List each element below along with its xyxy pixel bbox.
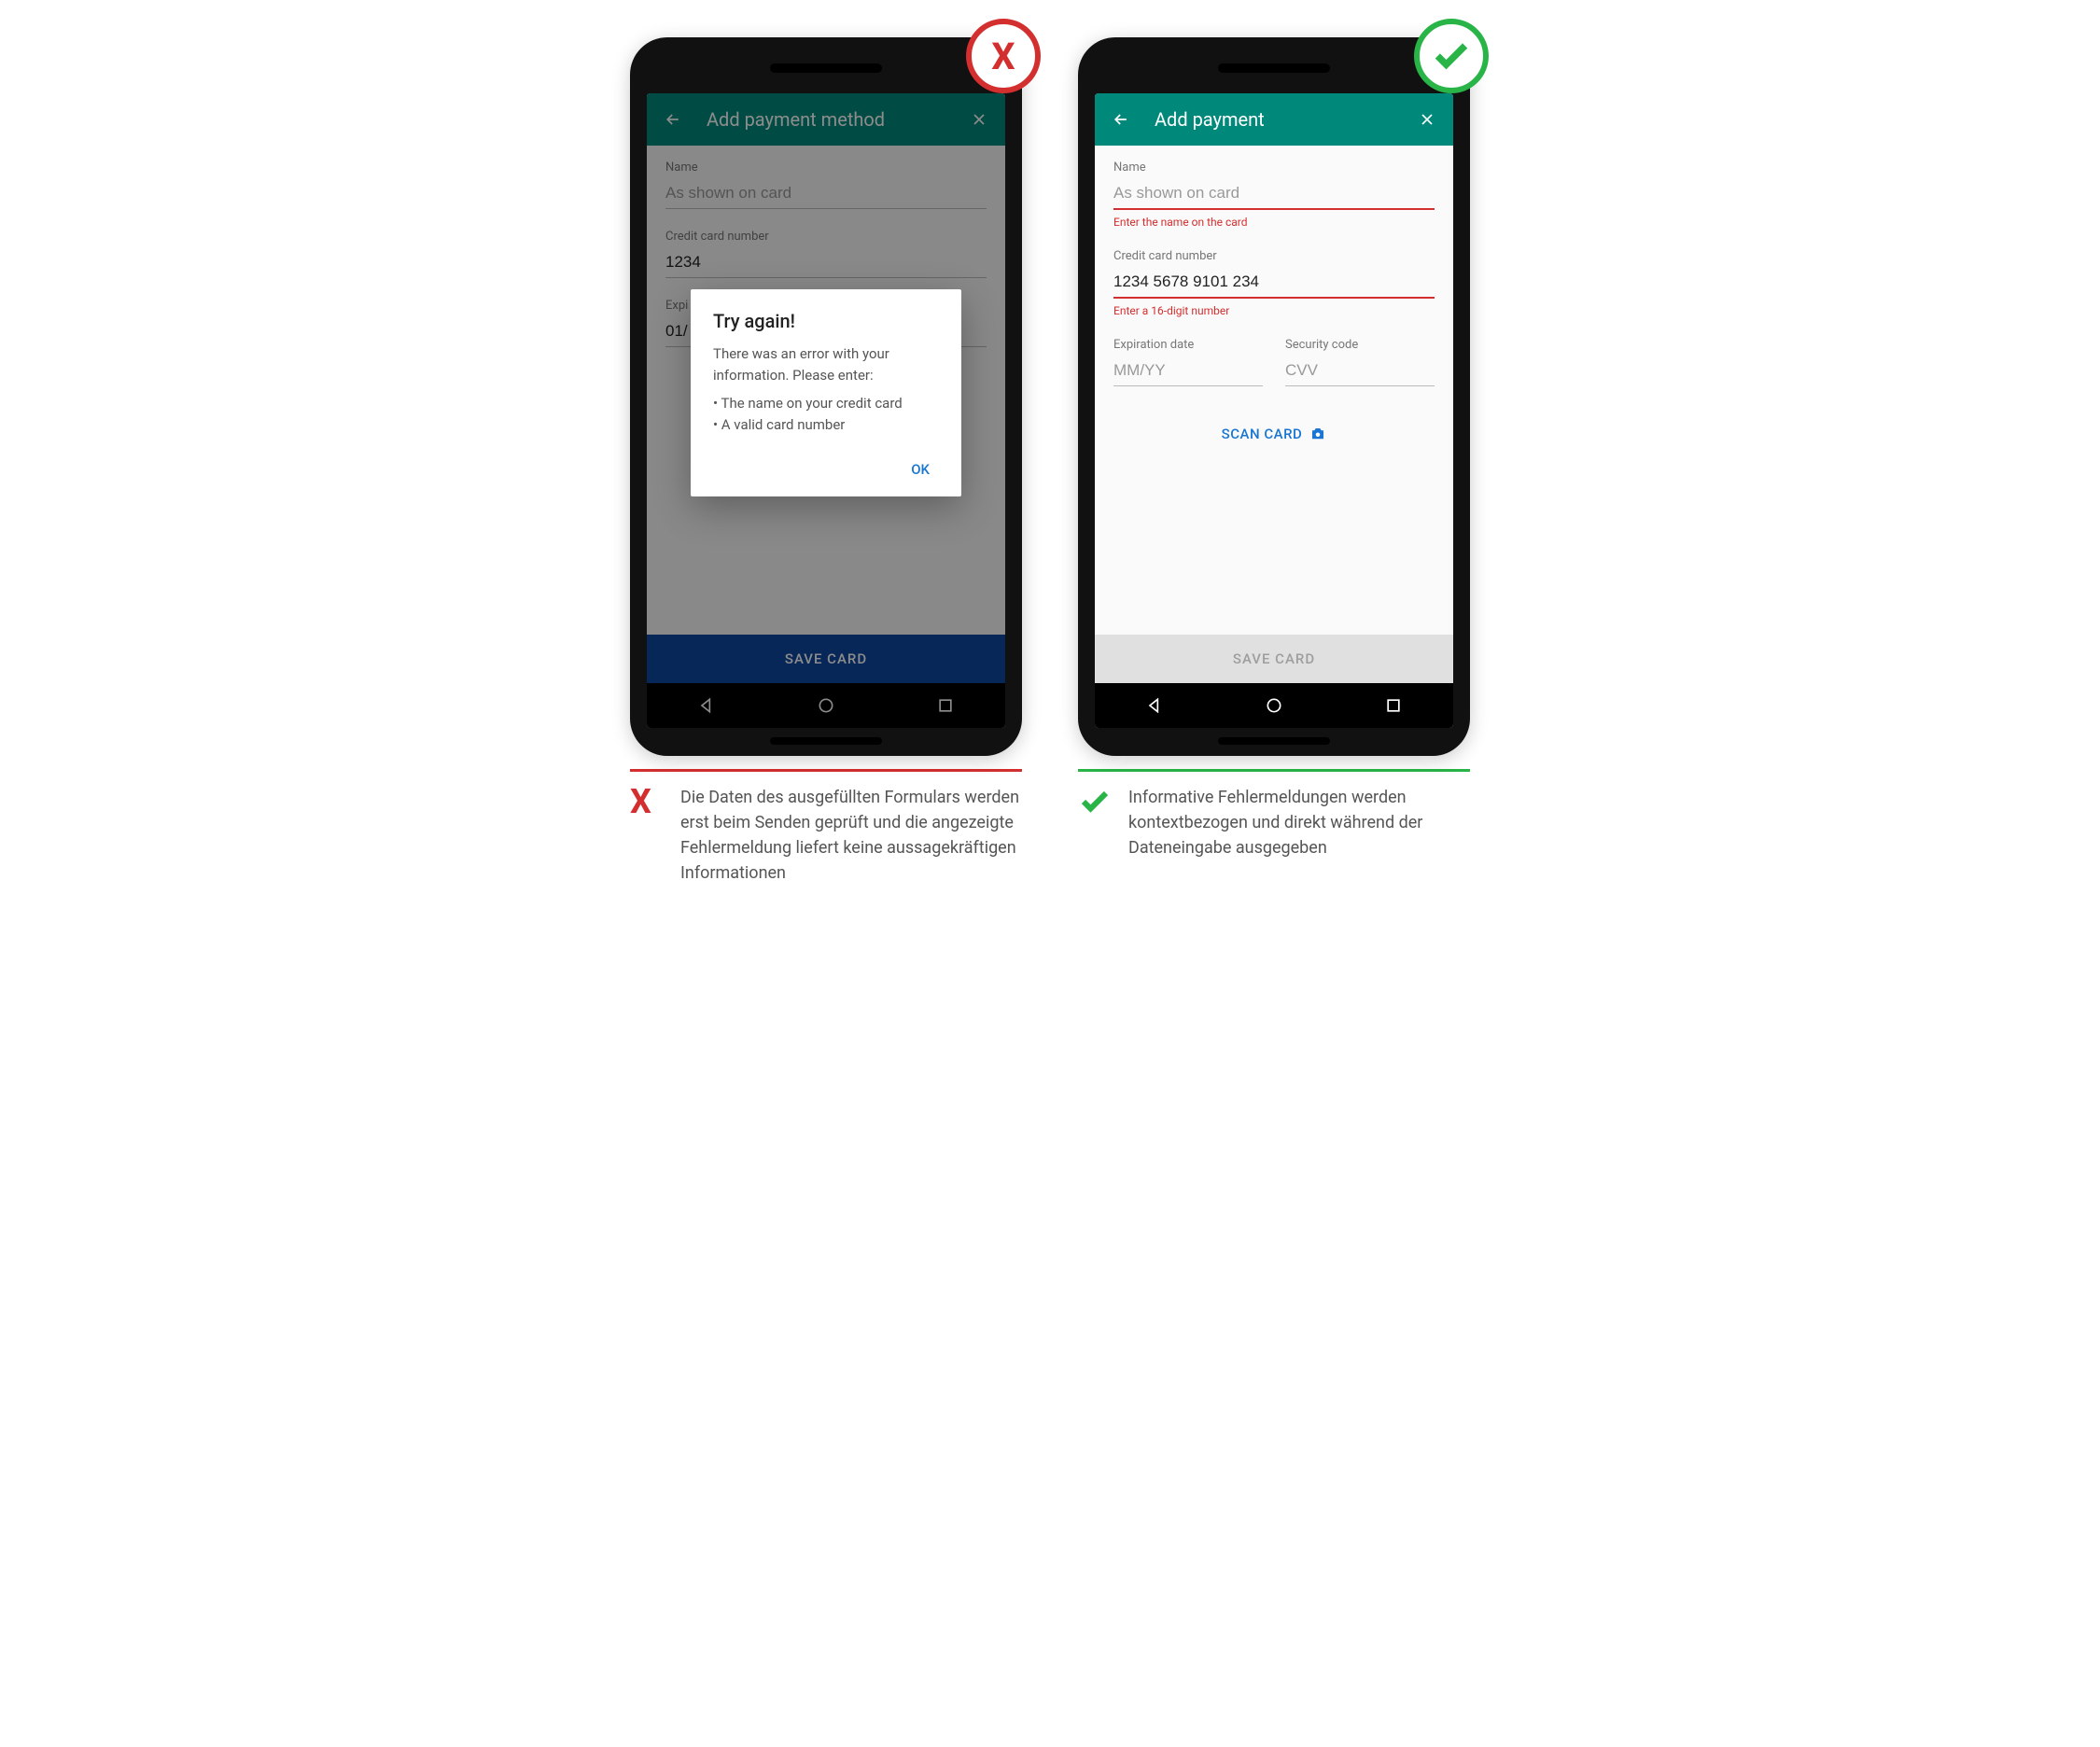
x-mark-icon: X	[630, 785, 667, 818]
bottom-speaker	[770, 737, 882, 745]
exp-field: Expiration date	[1113, 338, 1263, 386]
payment-form: Name Enter the name on the card Credit c…	[1095, 146, 1453, 635]
cc-label: Credit card number	[1113, 249, 1435, 263]
dialog-intro: There was an error with your information…	[713, 343, 939, 385]
scan-card-label: SCAN CARD	[1222, 426, 1303, 442]
checkmark-icon	[1078, 785, 1115, 824]
dialog-title: Try again!	[713, 310, 939, 332]
phone-screen: Add payment Name Enter the name on the c…	[1095, 93, 1453, 728]
close-icon	[1418, 110, 1436, 129]
app-bar: Add payment	[1095, 93, 1453, 146]
exp-label: Expiration date	[1113, 338, 1263, 352]
save-card-button[interactable]: SAVE CARD	[1095, 635, 1453, 683]
nav-back[interactable]	[1143, 694, 1166, 717]
phone-frame: Add payment Name Enter the name on the c…	[1078, 37, 1470, 756]
arrow-left-icon	[1112, 110, 1130, 129]
dialog-body: There was an error with your information…	[713, 343, 939, 435]
x-mark-icon: X	[991, 35, 1015, 78]
good-badge	[1414, 19, 1489, 93]
exp-input[interactable]	[1113, 356, 1263, 386]
good-caption: Informative Fehlermeldungen werden konte…	[1078, 769, 1470, 886]
circle-home-icon	[1265, 696, 1283, 715]
back-button[interactable]	[1110, 108, 1132, 131]
phone-frame: Add payment method Name Credit card numb…	[630, 37, 1022, 756]
cc-field: Credit card number Enter a 16-digit numb…	[1113, 249, 1435, 317]
nav-recent[interactable]	[1382, 694, 1405, 717]
earpiece	[1218, 63, 1330, 73]
scan-card-button[interactable]: SCAN CARD	[1113, 426, 1435, 442]
cc-error: Enter a 16-digit number	[1113, 304, 1435, 317]
appbar-title: Add payment	[1155, 108, 1393, 131]
dialog-bullet-2: A valid card number	[713, 414, 939, 436]
dialog-bullet-1: The name on your credit card	[713, 393, 939, 414]
square-recent-icon	[1384, 696, 1403, 715]
name-label: Name	[1113, 161, 1435, 175]
earpiece	[770, 63, 882, 73]
error-dialog: Try again! There was an error with your …	[691, 289, 961, 496]
sec-label: Security code	[1285, 338, 1435, 352]
name-error: Enter the name on the card	[1113, 216, 1435, 229]
bad-caption-text: Die Daten des ausgefüllten Formulars wer…	[680, 785, 1022, 886]
good-example: Add payment Name Enter the name on the c…	[1078, 37, 1470, 756]
camera-icon	[1309, 426, 1326, 442]
dialog-ok-button[interactable]: OK	[902, 454, 939, 485]
bad-example: X Add payment method Name	[630, 37, 1022, 756]
sec-input[interactable]	[1285, 356, 1435, 386]
sec-field: Security code	[1285, 338, 1435, 386]
bad-badge: X	[966, 19, 1041, 93]
phone-screen: Add payment method Name Credit card numb…	[647, 93, 1005, 728]
good-caption-rule	[1078, 769, 1470, 772]
bad-caption: X Die Daten des ausgefüllten Formulars w…	[630, 769, 1022, 886]
name-input[interactable]	[1113, 178, 1435, 210]
checkmark-icon	[1431, 35, 1472, 77]
cc-input[interactable]	[1113, 267, 1435, 299]
name-field: Name Enter the name on the card	[1113, 161, 1435, 229]
nav-home[interactable]	[1263, 694, 1285, 717]
bottom-speaker	[1218, 737, 1330, 745]
save-card-label: SAVE CARD	[1233, 650, 1315, 667]
bad-caption-rule	[630, 769, 1022, 772]
good-caption-text: Informative Fehlermeldungen werden konte…	[1128, 785, 1470, 860]
close-button[interactable]	[1416, 108, 1438, 131]
triangle-back-icon	[1145, 696, 1164, 715]
android-navbar	[1095, 683, 1453, 728]
